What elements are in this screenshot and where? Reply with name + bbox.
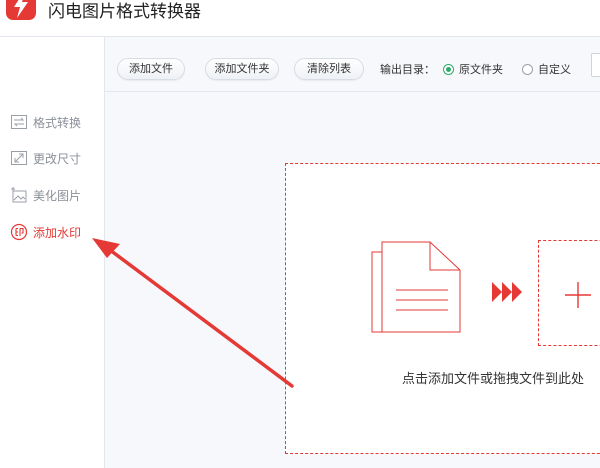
add-folder-button[interactable]: 添加文件夹 — [205, 58, 279, 80]
watermark-stamp-icon — [10, 223, 28, 241]
add-file-button[interactable]: 添加文件 — [117, 58, 185, 80]
sidebar-item-label: 添加水印 — [33, 225, 82, 240]
sidebar-item-label: 更改尺寸 — [33, 151, 82, 166]
radio-unchecked-indicator — [522, 63, 533, 75]
output-path-field[interactable] — [591, 53, 600, 77]
plus-icon — [565, 282, 591, 308]
swap-arrows-icon — [10, 113, 28, 131]
radio-checked-indicator — [443, 63, 454, 75]
sidebar-item-format-convert[interactable]: 格式转换 — [10, 111, 102, 133]
lightning-logo-icon — [6, 0, 36, 20]
sidebar-item-resize[interactable]: 更改尺寸 — [10, 147, 102, 169]
sidebar-item-beautify[interactable]: 美化图片 — [10, 184, 102, 206]
drop-zone-hint: 点击添加文件或拖拽文件到此处 — [402, 372, 585, 387]
radio-label: 原文件夹 — [459, 63, 503, 76]
output-dir-label: 输出目录： — [380, 63, 435, 76]
output-original-folder-radio[interactable]: 原文件夹 — [443, 61, 503, 77]
clear-list-button[interactable]: 清除列表 — [294, 58, 364, 80]
document-icon — [371, 241, 461, 333]
app-title: 闪电图片格式转换器 — [48, 2, 201, 22]
sidebar: 格式转换 更改尺寸 美化图片 添加水印 — [0, 37, 105, 468]
radio-label: 自定义 — [538, 63, 571, 76]
sidebar-item-label: 美化图片 — [33, 188, 82, 203]
image-beautify-icon — [10, 186, 28, 204]
triple-arrow-icon — [492, 282, 522, 302]
output-custom-radio[interactable]: 自定义 — [522, 61, 571, 77]
sidebar-item-watermark[interactable]: 添加水印 — [10, 221, 102, 243]
toolbar: 添加文件 添加文件夹 清除列表 输出目录： 原文件夹 自定义 — [105, 37, 600, 92]
add-file-plus-box[interactable] — [538, 240, 600, 346]
resize-icon — [10, 149, 28, 167]
sidebar-item-label: 格式转换 — [33, 115, 82, 130]
title-bar: 闪电图片格式转换器 — [0, 0, 600, 37]
